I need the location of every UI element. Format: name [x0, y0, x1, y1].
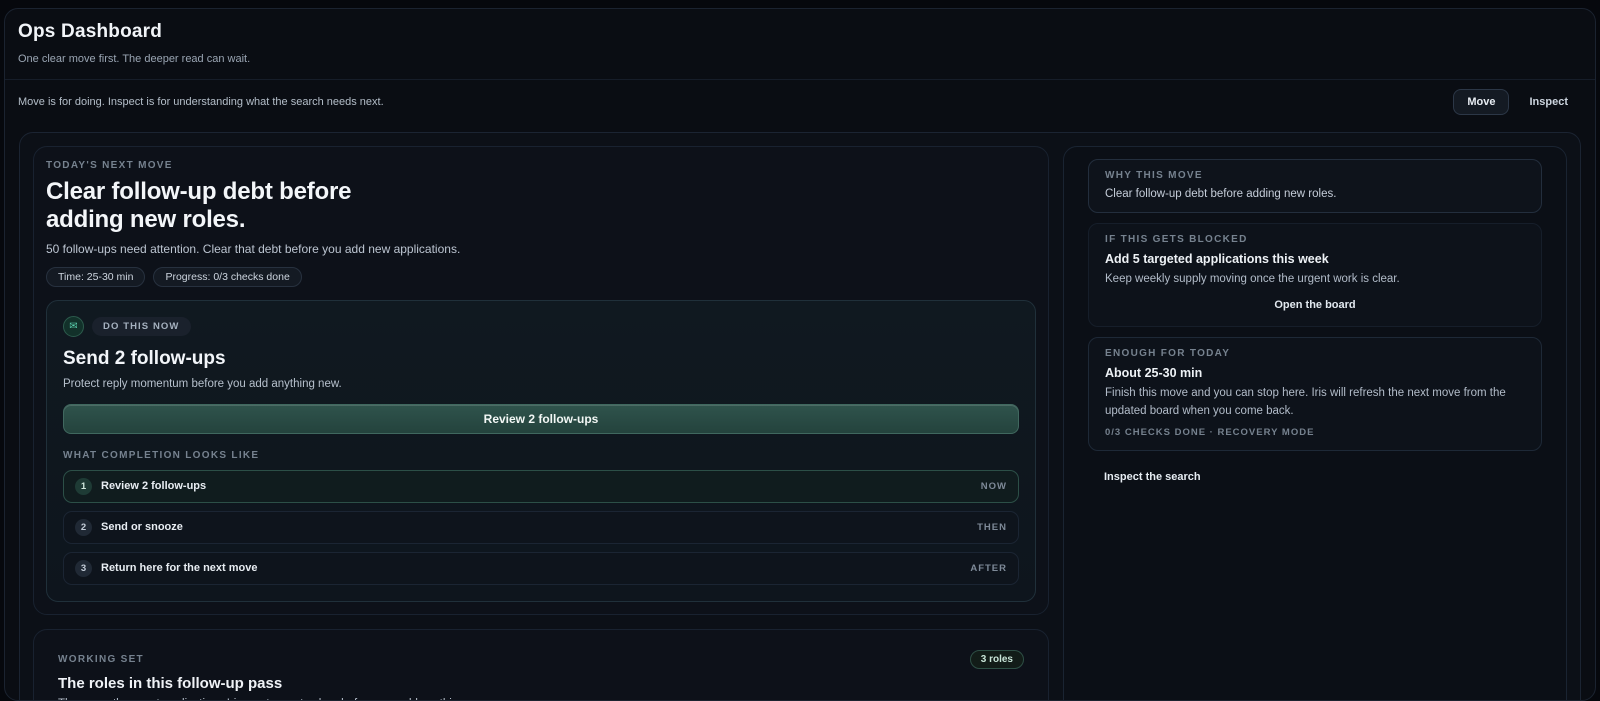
enough-title: About 25-30 min	[1105, 366, 1203, 381]
left-column: TODAY'S NEXT MOVE Clear follow-up debt b…	[33, 146, 1049, 700]
inspect-tab-button[interactable]: Inspect	[1515, 89, 1582, 115]
do-this-now-title: Send 2 follow-ups	[63, 347, 226, 369]
do-this-now-description: Protect reply momentum before you add an…	[63, 377, 342, 390]
inspect-search-button[interactable]: Inspect the search	[1088, 465, 1217, 489]
step-number-badge: 2	[75, 518, 92, 536]
next-move-card: TODAY'S NEXT MOVE Clear follow-up debt b…	[33, 146, 1049, 615]
completion-step-row: 2 Send or snooze THEN	[63, 510, 1019, 544]
toolbar: Move is for doing. Inspect is for unders…	[5, 79, 1595, 126]
enough-for-today-card: ENOUGH FOR TODAY About 25-30 min Finish …	[1088, 337, 1542, 451]
enough-kicker: ENOUGH FOR TODAY	[1105, 348, 1231, 360]
next-move-title-line2: adding new roles.	[46, 205, 246, 233]
completion-steps: 1 Review 2 follow-ups NOW 2 Send or snoo…	[63, 469, 1019, 585]
progress-chip: Progress: 0/3 checks done	[153, 266, 302, 287]
page-subtitle: One clear move first. The deeper read ca…	[18, 53, 251, 65]
step-number-badge: 3	[75, 559, 92, 577]
step-label: Send or snooze	[101, 521, 183, 534]
do-this-now-header: ✉ DO THIS NOW	[63, 315, 1019, 337]
roles-count-badge: 3 roles	[969, 649, 1024, 669]
working-set-description: These are the exact applications Iris wa…	[58, 698, 1024, 700]
step-when-label: THEN	[977, 521, 1007, 533]
step-number-badge: 1	[75, 477, 92, 495]
app-window: Ops Dashboard One clear move first. The …	[4, 8, 1596, 701]
next-move-title: Clear follow-up debt before adding new r…	[46, 178, 1036, 234]
toolbar-hint: Move is for doing. Inspect is for unders…	[18, 96, 384, 108]
working-set-kicker: WORKING SET	[58, 653, 144, 665]
app-header: Ops Dashboard One clear move first. The …	[5, 9, 1595, 79]
working-set-header: WORKING SET 3 roles	[58, 649, 1024, 669]
main-panel: TODAY'S NEXT MOVE Clear follow-up debt b…	[19, 132, 1581, 700]
completion-step-row: 1 Review 2 follow-ups NOW	[63, 469, 1019, 503]
mode-toggle-group: Move Inspect	[1453, 89, 1582, 115]
review-followups-button[interactable]: Review 2 follow-ups	[63, 403, 1019, 434]
open-board-button[interactable]: Open the board	[1268, 298, 1361, 312]
next-move-description: 50 follow-ups need attention. Clear that…	[46, 241, 461, 256]
working-set-title: The roles in this follow-up pass	[58, 674, 283, 692]
next-move-kicker: TODAY'S NEXT MOVE	[46, 160, 173, 171]
time-chip: Time: 25-30 min	[46, 266, 146, 287]
blocked-text: Keep weekly supply moving once the urgen…	[1105, 273, 1400, 285]
checks-status-label: 0/3 CHECKS DONE · RECOVERY MODE	[1105, 426, 1315, 438]
why-kicker: WHY THIS MOVE	[1105, 170, 1203, 181]
completion-section: WHAT COMPLETION LOOKS LIKE 1 Review 2 fo…	[63, 450, 1019, 585]
envelope-icon: ✉	[63, 315, 84, 337]
next-move-title-line1: Clear follow-up debt before	[46, 178, 352, 205]
step-label: Return here for the next move	[101, 562, 258, 575]
step-when-label: AFTER	[970, 562, 1007, 574]
do-this-now-badge: DO THIS NOW	[92, 316, 191, 336]
step-label: Review 2 follow-ups	[101, 480, 207, 493]
if-blocked-card: IF THIS GETS BLOCKED Add 5 targeted appl…	[1088, 223, 1542, 328]
page-title: Ops Dashboard	[18, 21, 163, 42]
step-when-label: NOW	[980, 480, 1007, 492]
do-this-now-card: ✉ DO THIS NOW Send 2 follow-ups Protect …	[46, 299, 1036, 602]
working-set-card: WORKING SET 3 roles The roles in this fo…	[33, 628, 1049, 700]
completion-kicker: WHAT COMPLETION LOOKS LIKE	[63, 449, 260, 461]
blocked-kicker: IF THIS GETS BLOCKED	[1105, 234, 1248, 245]
next-move-chips: Time: 25-30 min Progress: 0/3 checks don…	[46, 266, 1036, 287]
move-tab-button[interactable]: Move	[1453, 89, 1510, 115]
enough-text: Finish this move and you can stop here. …	[1105, 387, 1506, 417]
blocked-title: Add 5 targeted applications this week	[1105, 252, 1329, 266]
why-this-move-card: WHY THIS MOVE Clear follow-up debt befor…	[1088, 159, 1542, 213]
completion-step-row: 3 Return here for the next move AFTER	[63, 551, 1019, 585]
context-sidebar: WHY THIS MOVE Clear follow-up debt befor…	[1063, 146, 1567, 700]
why-text: Clear follow-up debt before adding new r…	[1105, 188, 1337, 200]
